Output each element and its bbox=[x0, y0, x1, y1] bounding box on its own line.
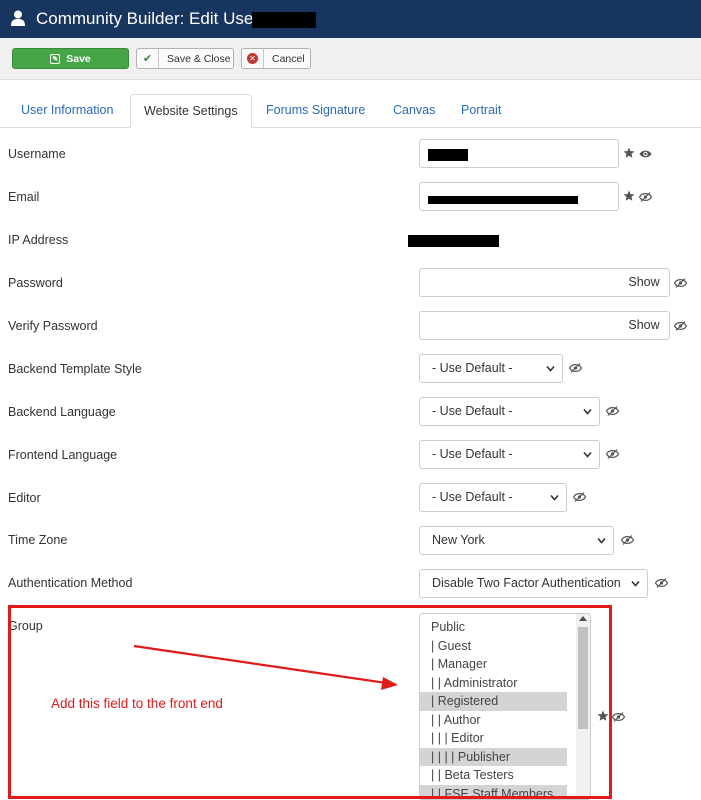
eye-slash-icon[interactable] bbox=[655, 577, 668, 589]
eye-slash-icon[interactable] bbox=[606, 448, 619, 460]
save-button[interactable]: ✎ Save bbox=[12, 48, 129, 69]
edit-icon: ✎ bbox=[50, 53, 61, 64]
tab-website-settings[interactable]: Website Settings bbox=[130, 94, 252, 128]
username-field[interactable] bbox=[419, 139, 619, 168]
auth-method-value: Disable Two Factor Authentication bbox=[432, 576, 621, 590]
redacted-username bbox=[428, 149, 468, 161]
frontend-language-label: Frontend Language bbox=[8, 448, 118, 462]
frontend-language-select[interactable]: - Use Default - bbox=[419, 440, 600, 469]
tab-bar: User Information Website Settings Forums… bbox=[0, 92, 701, 128]
password-field[interactable] bbox=[419, 268, 620, 297]
chevron-down-icon bbox=[583, 408, 592, 415]
tab-forums-signature[interactable]: Forums Signature bbox=[266, 94, 365, 128]
frontend-language-value: - Use Default - bbox=[432, 447, 513, 461]
check-icon: ✔ bbox=[137, 49, 159, 68]
redacted-ip bbox=[408, 235, 499, 247]
tab-user-information[interactable]: User Information bbox=[21, 94, 113, 128]
verify-password-show-button[interactable]: Show bbox=[619, 311, 670, 340]
page-title: Community Builder: Edit User [ bbox=[36, 9, 269, 28]
backend-template-select[interactable]: - Use Default - bbox=[419, 354, 563, 383]
eye-slash-icon[interactable] bbox=[606, 405, 619, 417]
cancel-button-label: Cancel bbox=[272, 52, 305, 65]
chevron-down-icon bbox=[631, 580, 640, 587]
password-show-button[interactable]: Show bbox=[619, 268, 670, 297]
backend-language-value: - Use Default - bbox=[432, 404, 513, 418]
email-label: Email bbox=[8, 190, 40, 204]
save-button-label: Save bbox=[66, 52, 91, 65]
eye-slash-icon[interactable] bbox=[621, 534, 634, 546]
verify-password-label: Verify Password bbox=[8, 319, 98, 333]
annotation-text: Add this field to the front end bbox=[51, 696, 223, 711]
eye-slash-icon[interactable] bbox=[674, 320, 687, 332]
star-icon[interactable] bbox=[623, 190, 635, 202]
ip-address-label: IP Address bbox=[8, 233, 69, 247]
backend-language-select[interactable]: - Use Default - bbox=[419, 397, 600, 426]
auth-method-select[interactable]: Disable Two Factor Authentication bbox=[419, 569, 648, 598]
editor-value: - Use Default - bbox=[432, 490, 513, 504]
eye-slash-icon[interactable] bbox=[612, 711, 625, 723]
editor-select[interactable]: - Use Default - bbox=[419, 483, 567, 512]
star-icon[interactable] bbox=[623, 147, 635, 159]
eye-icon[interactable] bbox=[639, 148, 652, 160]
save-close-button[interactable]: ✔ Save & Close bbox=[136, 48, 234, 69]
cancel-button[interactable]: ✕ Cancel bbox=[241, 48, 311, 69]
cancel-icon: ✕ bbox=[242, 49, 264, 68]
editor-label: Editor bbox=[8, 491, 41, 505]
toolbar: ✎ Save ✔ Save & Close ✕ Cancel bbox=[0, 38, 701, 80]
backend-template-value: - Use Default - bbox=[432, 361, 513, 375]
eye-slash-icon[interactable] bbox=[639, 191, 652, 203]
tab-portrait[interactable]: Portrait bbox=[461, 94, 501, 128]
backend-template-label: Backend Template Style bbox=[8, 362, 142, 376]
tab-canvas[interactable]: Canvas bbox=[393, 94, 435, 128]
redacted-block bbox=[252, 12, 316, 28]
timezone-value: New York bbox=[432, 533, 485, 547]
user-icon bbox=[11, 10, 25, 26]
backend-language-label: Backend Language bbox=[8, 405, 116, 419]
username-label: Username bbox=[8, 147, 66, 161]
title-bar: Community Builder: Edit User [ bbox=[0, 0, 701, 38]
save-close-button-label: Save & Close bbox=[167, 52, 231, 65]
eye-slash-icon[interactable] bbox=[573, 491, 586, 503]
timezone-select[interactable]: New York bbox=[419, 526, 614, 555]
redacted-email bbox=[428, 196, 578, 204]
chevron-down-icon bbox=[583, 451, 592, 458]
chevron-down-icon bbox=[597, 537, 606, 544]
auth-method-label: Authentication Method bbox=[8, 576, 133, 590]
email-field[interactable] bbox=[419, 182, 619, 211]
timezone-label: Time Zone bbox=[8, 533, 68, 547]
password-label: Password bbox=[8, 276, 63, 290]
eye-slash-icon[interactable] bbox=[569, 362, 582, 374]
chevron-down-icon bbox=[546, 365, 555, 372]
chevron-down-icon bbox=[550, 494, 559, 501]
eye-slash-icon[interactable] bbox=[674, 277, 687, 289]
verify-password-field[interactable] bbox=[419, 311, 620, 340]
